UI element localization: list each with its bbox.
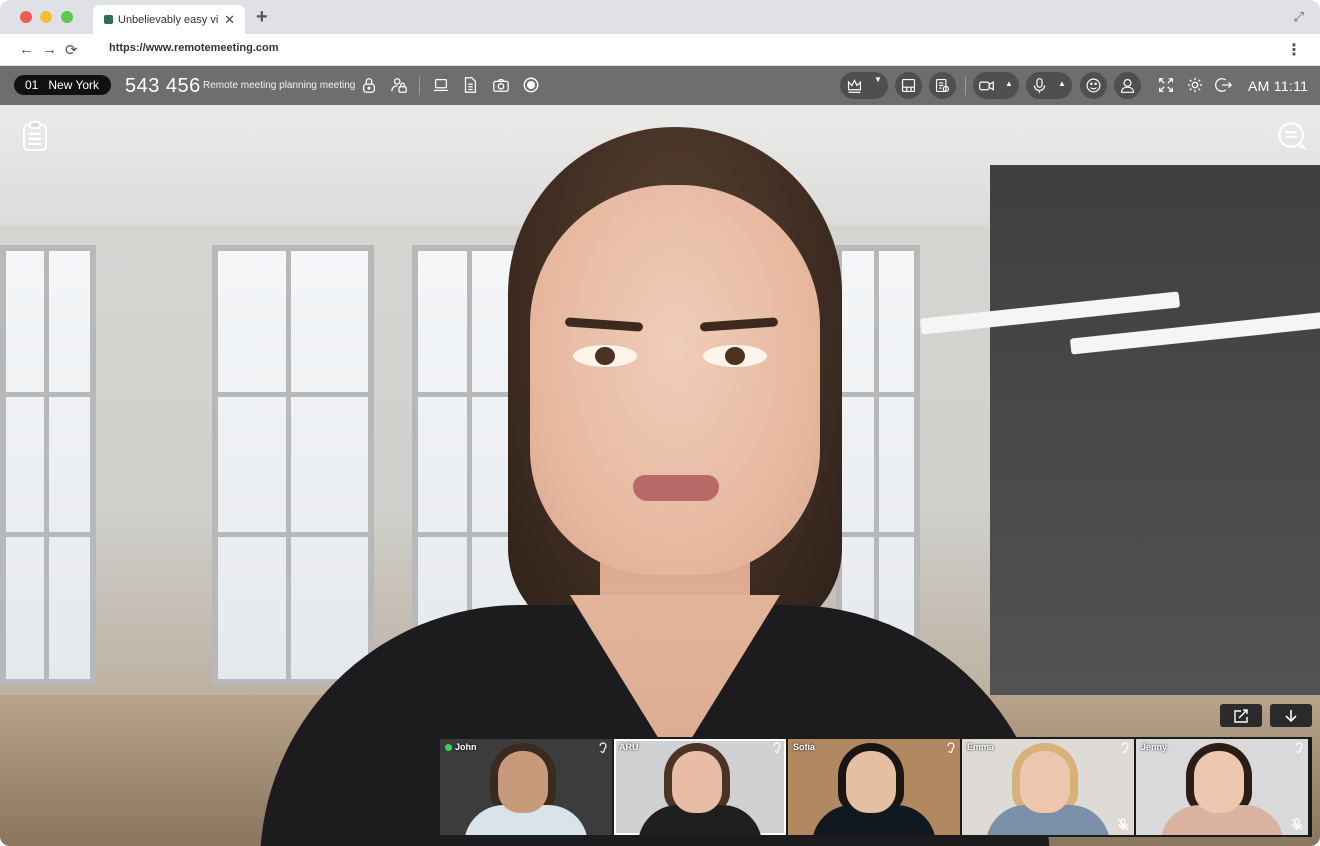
audio-control-group[interactable]: ▲ xyxy=(1026,72,1072,99)
ear-icon[interactable] xyxy=(1294,741,1304,753)
meeting-id: 543 456 xyxy=(125,75,201,97)
user-lock-icon[interactable] xyxy=(389,75,409,95)
presenter-eye xyxy=(573,345,637,367)
clipboard-icon[interactable] xyxy=(20,120,50,152)
participant-strip: John ARU Sofia Emma Jenny xyxy=(438,737,1312,837)
chat-icon[interactable] xyxy=(1277,120,1307,152)
close-window-button[interactable] xyxy=(20,11,32,23)
ear-icon[interactable] xyxy=(1120,741,1130,753)
reload-icon[interactable]: ⟳ xyxy=(65,41,78,59)
participant-name: Jenny xyxy=(1141,742,1168,752)
share-out-icon xyxy=(1234,708,1248,723)
record-icon[interactable] xyxy=(521,75,541,95)
minimize-window-button[interactable] xyxy=(40,11,52,23)
microphone-icon xyxy=(1033,78,1046,94)
favicon-icon xyxy=(104,15,113,24)
room-badge: 01 New York xyxy=(14,75,111,95)
document-icon[interactable] xyxy=(460,75,480,95)
ear-icon[interactable] xyxy=(946,741,956,753)
participant-icon[interactable] xyxy=(1114,72,1141,99)
participant-name: Emma xyxy=(967,742,995,752)
share-out-button[interactable] xyxy=(1220,704,1262,727)
browser-tab-bar: Unbelievably easy vi... ✕ + ⤢ xyxy=(0,0,1320,34)
participant-face xyxy=(1194,751,1244,813)
back-arrow-icon[interactable]: ← xyxy=(19,41,34,58)
maximize-window-button[interactable] xyxy=(61,11,73,23)
layout-icon[interactable] xyxy=(895,72,922,99)
laptop-icon[interactable] xyxy=(431,75,451,95)
download-icon xyxy=(1285,709,1297,722)
expand-icon[interactable]: ⤢ xyxy=(1294,9,1304,25)
participant-thumbnail[interactable]: Sofia xyxy=(788,739,960,835)
toolbar-divider xyxy=(419,76,420,95)
chevron-up-icon[interactable]: ▲ xyxy=(1005,79,1013,88)
mic-muted-icon[interactable] xyxy=(1291,818,1303,831)
video-control-group[interactable]: ▲ xyxy=(973,72,1019,99)
toolbar-divider xyxy=(965,76,966,95)
chevron-down-icon[interactable]: ▼ xyxy=(874,75,882,84)
gear-icon[interactable] xyxy=(1185,75,1205,95)
browser-tab[interactable]: Unbelievably easy vi... ✕ xyxy=(93,5,245,34)
participant-thumbnail[interactable]: Jenny xyxy=(1136,739,1308,835)
exit-icon[interactable] xyxy=(1214,75,1234,95)
room-number: 01 xyxy=(25,78,39,92)
video-icon xyxy=(979,81,994,91)
lock-icon[interactable] xyxy=(359,75,379,95)
room-name: New York xyxy=(48,78,100,92)
ear-icon[interactable] xyxy=(598,741,608,753)
host-icon xyxy=(445,743,452,751)
participant-name: Sofia xyxy=(793,742,816,752)
browser-window: Unbelievably easy vi... ✕ + ⤢ ← → ⟳ http… xyxy=(0,0,1320,846)
participant-face xyxy=(1020,751,1070,813)
emoji-icon[interactable] xyxy=(1080,72,1107,99)
participant-face xyxy=(846,751,896,813)
camera-icon[interactable] xyxy=(491,75,511,95)
presenter-eye xyxy=(703,345,767,367)
office-window xyxy=(0,245,96,685)
ear-icon[interactable] xyxy=(772,741,782,753)
address-bar: ← → ⟳ https://www.remotemeeting.com ⋮ xyxy=(0,34,1320,66)
browser-menu-icon[interactable]: ⋮ xyxy=(1286,40,1302,60)
participant-name: John xyxy=(455,742,477,752)
main-video-stage: John ARU Sofia Emma Jenny xyxy=(0,105,1320,846)
participant-face xyxy=(672,751,722,813)
participant-name-label: Jenny xyxy=(1141,742,1167,752)
crown-icon xyxy=(847,79,862,93)
participant-name-label: ARU xyxy=(619,742,639,752)
clock: AM 11:11 xyxy=(1248,78,1309,94)
chevron-up-icon[interactable]: ▲ xyxy=(1058,79,1066,88)
fullscreen-icon[interactable] xyxy=(1156,75,1176,95)
tab-title: Unbelievably easy vi... xyxy=(118,13,219,26)
presenter-lips xyxy=(633,475,719,501)
participant-name: ARU xyxy=(619,742,639,752)
list-icon[interactable] xyxy=(929,72,956,99)
mic-muted-icon[interactable] xyxy=(1117,818,1129,831)
participant-thumbnail[interactable]: Emma xyxy=(962,739,1134,835)
url-field[interactable]: https://www.remotemeeting.com xyxy=(109,42,279,54)
presenter-face xyxy=(530,185,820,575)
download-button[interactable] xyxy=(1270,704,1312,727)
meeting-toolbar: 01 New York 543 456 Remote meeting plann… xyxy=(0,66,1320,105)
participant-name-label: Emma xyxy=(967,742,994,752)
participant-thumbnail[interactable]: John xyxy=(440,739,612,835)
forward-arrow-icon[interactable]: → xyxy=(42,41,57,58)
participant-name-label: Sofia xyxy=(793,742,815,752)
participant-thumbnail[interactable]: ARU xyxy=(614,739,786,835)
participant-name-label: John xyxy=(445,742,477,752)
meeting-title: Remote meeting planning meeting xyxy=(203,80,356,91)
tab-close-icon[interactable]: ✕ xyxy=(224,12,235,28)
new-tab-button[interactable]: + xyxy=(256,6,268,29)
participant-face xyxy=(498,751,548,813)
